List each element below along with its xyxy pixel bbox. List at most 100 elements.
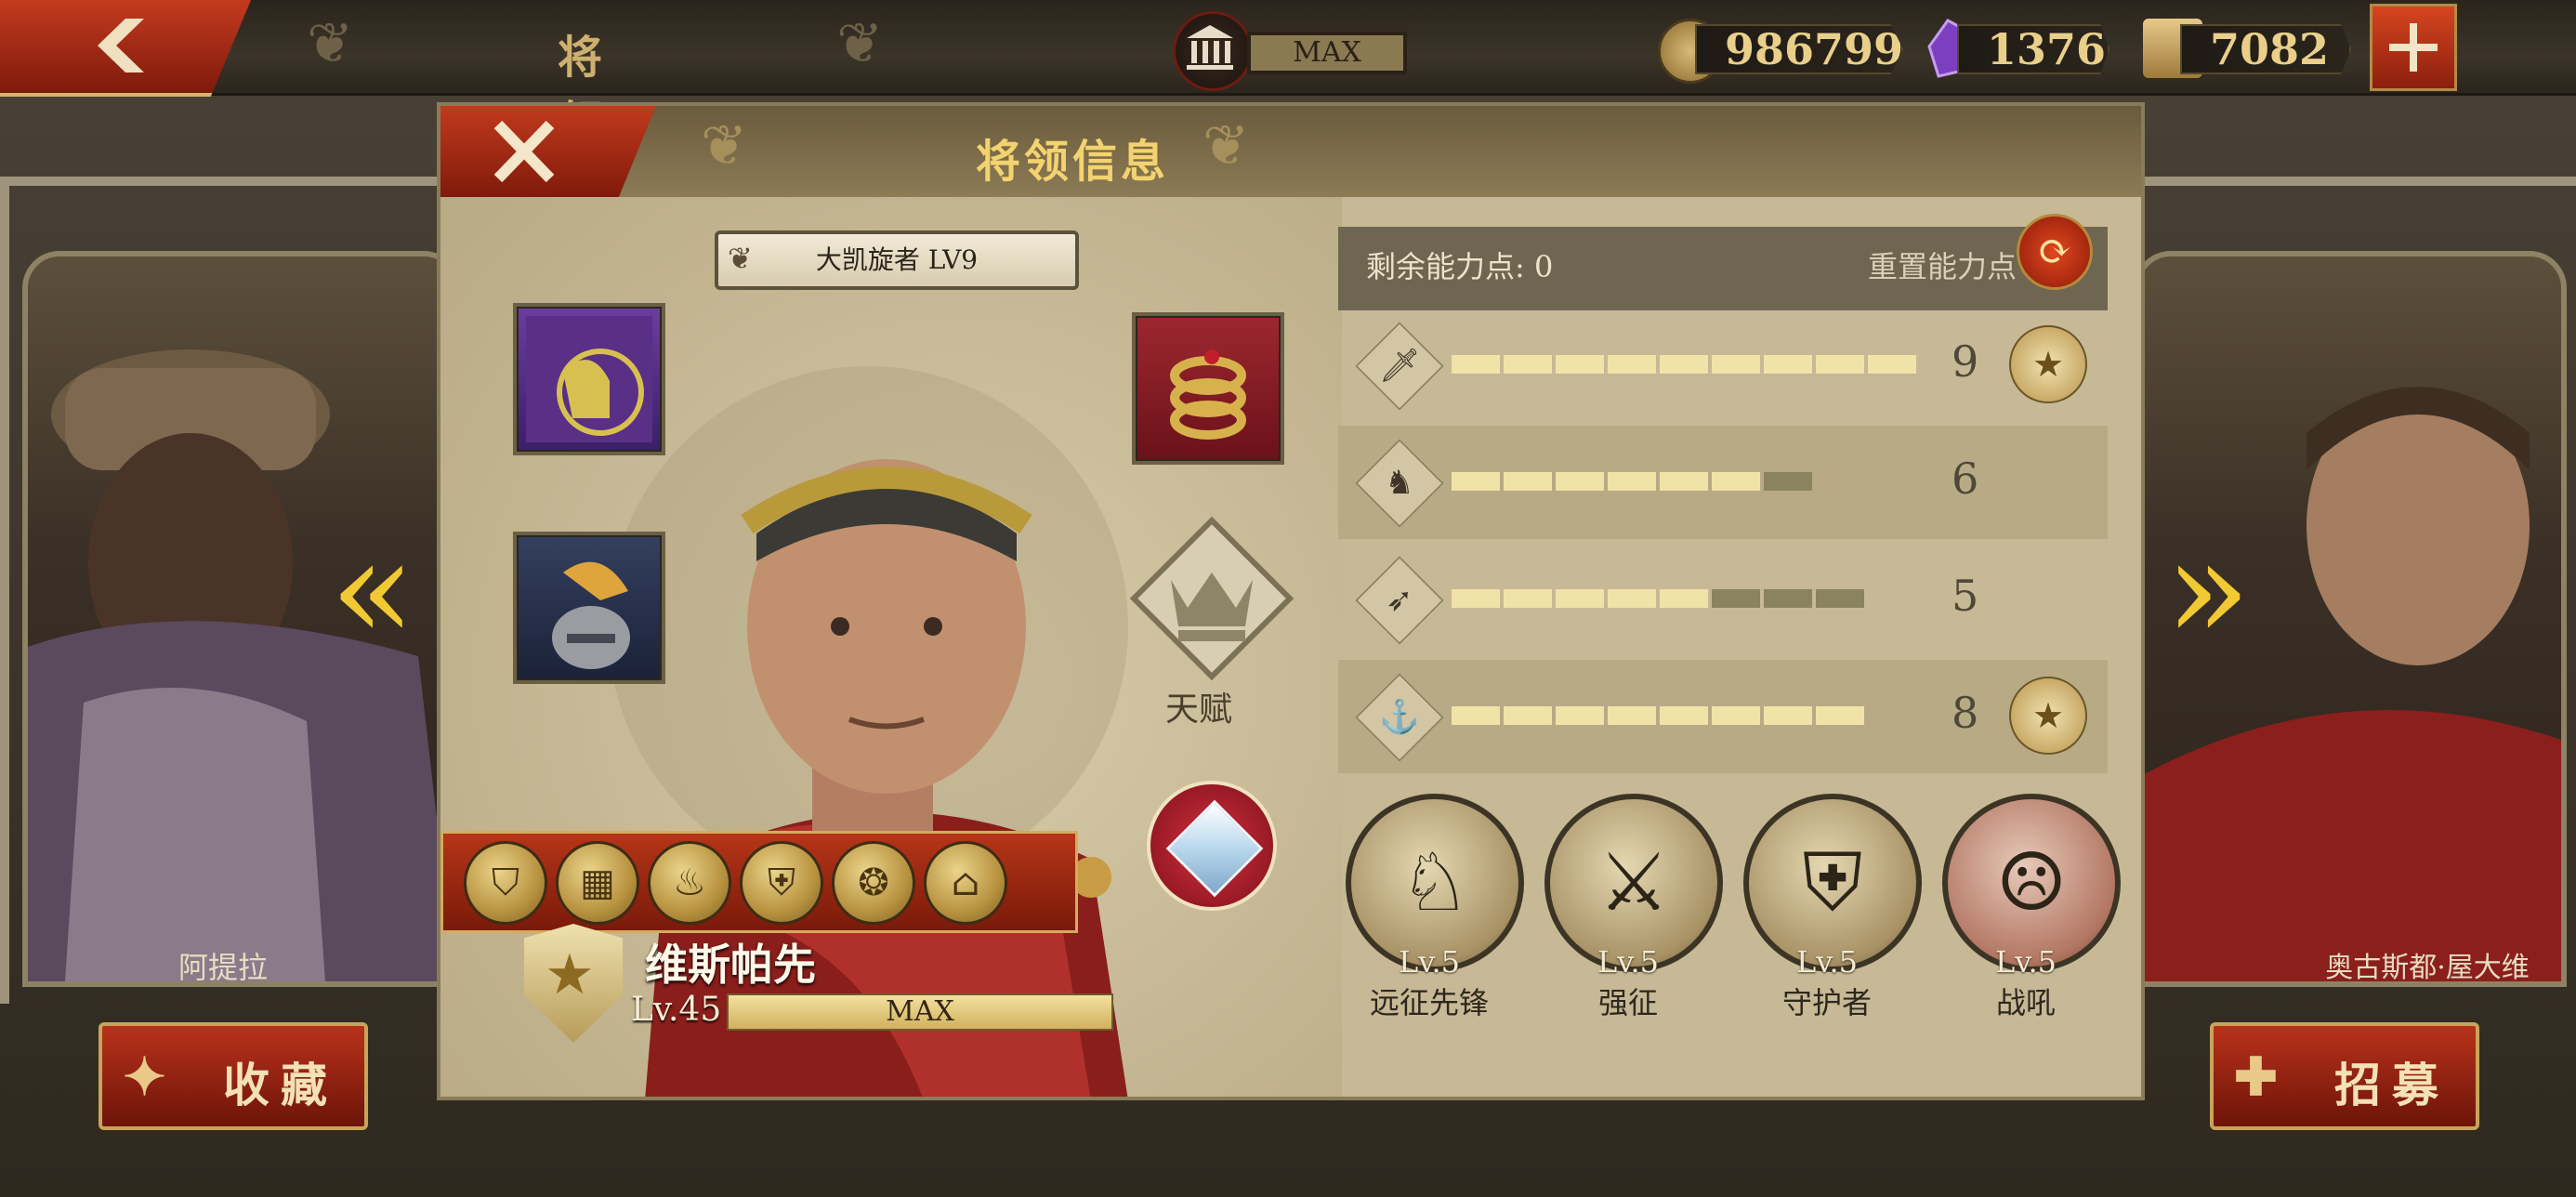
stat-segment (1816, 706, 1864, 725)
anchor-icon: ⚓ (1355, 673, 1444, 762)
passive-level: Lv.5 (1597, 944, 1660, 980)
equipment-banner-slot[interactable] (513, 303, 665, 455)
plumed-helmet-icon (552, 561, 630, 669)
prev-general-arrow-icon[interactable]: « (330, 520, 415, 660)
reset-points-button[interactable]: ⟳ (2017, 214, 2093, 290)
equipment-ring-slot[interactable] (1132, 312, 1284, 465)
laurel-right-icon: ❦ (1203, 113, 1250, 178)
talent-label: 天赋 (1165, 691, 1233, 729)
resource-coins[interactable]: 986799 (1658, 19, 1903, 84)
stat-segment (1556, 355, 1604, 374)
favorite-label: 收藏 (223, 1058, 338, 1112)
horse-icon: ♞ (1355, 439, 1444, 528)
stat-segment (1712, 472, 1760, 491)
skills-bar: ⛉ ▦ ♨ ⛨ ❂ ⌂ (440, 831, 1078, 933)
talent-crown-icon[interactable] (1128, 515, 1295, 682)
stat-segment (1608, 472, 1656, 491)
stat-row: 🗡 9 ★ (1338, 309, 2108, 422)
stat-segment (1660, 706, 1708, 725)
right-general-name: 奥古斯都·屋大维 (2325, 952, 2530, 984)
stat-segment (1504, 472, 1552, 491)
stat-segment (1660, 472, 1708, 491)
stat-row: ➶ 5 (1338, 543, 2108, 656)
stat-segment (1504, 355, 1552, 374)
close-icon (493, 120, 555, 183)
passive-level: Lv.5 (1994, 944, 2057, 980)
experience-bar: MAX (727, 993, 1113, 1031)
museum-indicator[interactable]: MAX (1173, 11, 1407, 91)
diamond-icon (1165, 799, 1264, 898)
vespasian-banner-icon (526, 316, 652, 442)
fire-skill-icon[interactable]: ♨ (648, 841, 731, 925)
hero-level: Lv.45 (631, 991, 722, 1029)
laurel-right-icon: ❦ (836, 11, 884, 76)
sword-icon: 🗡 (1355, 322, 1444, 411)
passive-name: 战吼 (1995, 985, 2056, 1020)
hero-portrait (608, 366, 1128, 1097)
recruit-button[interactable]: ✚ 招募 (2210, 1022, 2479, 1130)
panel-header (440, 106, 2141, 197)
passive-name: 强征 (1597, 985, 1658, 1020)
stat-segment (1712, 589, 1760, 608)
stat-segment (1452, 589, 1500, 608)
general-info-panel: ❦ 将领信息 ❦ ❦ 大凯旋者 LV9 天赋 ⛉ ▦ ♨ ⛨ ❂ ⌂ ★ 维斯帕… (437, 102, 2145, 1100)
equipment-helmet-slot[interactable] (513, 532, 665, 684)
shield-wings-skill-icon[interactable]: ❂ (832, 841, 915, 925)
shield-skill-icon[interactable]: ⛉ (464, 841, 547, 925)
stat-segment (1608, 589, 1656, 608)
stat-segment (1764, 355, 1812, 374)
stat-segment (1452, 355, 1500, 374)
stat-value: 5 (1952, 571, 1979, 621)
star-medal-icon[interactable]: ★ (2009, 325, 2087, 403)
back-button[interactable] (0, 0, 251, 97)
stat-segment (1660, 589, 1708, 608)
add-resource-button[interactable] (2370, 4, 2457, 91)
gem-slot[interactable] (1147, 781, 1277, 911)
honor-value: 7082 (2180, 24, 2351, 74)
stat-segment (1764, 706, 1812, 725)
refresh-icon: ⟳ (2037, 228, 2072, 275)
eagle-icon: ✦ (123, 1046, 177, 1108)
stat-segment (1556, 472, 1604, 491)
resource-gems[interactable]: 1376 (1920, 19, 2115, 78)
stat-segment (1556, 706, 1604, 725)
stat-segment (1608, 355, 1656, 374)
remaining-points-label: 剩余能力点: 0 (1366, 249, 1554, 284)
laurel-left-icon: ❦ (701, 113, 748, 178)
stat-segment (1816, 355, 1864, 374)
honor-title-text: 大凯旋者 LV9 (815, 244, 979, 275)
resource-honor[interactable]: 7082 (2143, 19, 2357, 78)
stat-segment (1868, 355, 1916, 374)
star-medal-icon[interactable]: ★ (2009, 677, 2087, 755)
laurel-badge-icon: ❦ (728, 241, 753, 276)
passive-level: Lv.5 (1795, 944, 1859, 980)
hero-name: 维斯帕先 (645, 940, 816, 990)
stat-row: ⚓ 8 ★ (1338, 660, 2108, 773)
favorite-button[interactable]: ✦ 收藏 (99, 1022, 368, 1130)
stat-segment (1712, 355, 1760, 374)
museum-level-label: MAX (1247, 32, 1407, 74)
house-skill-icon[interactable]: ⌂ (924, 841, 1007, 925)
stat-segment (1712, 706, 1760, 725)
stat-segment (1764, 472, 1812, 491)
stat-value: 9 (1952, 336, 1979, 387)
stat-segment (1452, 472, 1500, 491)
left-general-name: 阿提拉 (177, 950, 268, 985)
stat-segment (1660, 355, 1708, 374)
star-icon: ★ (545, 942, 595, 1007)
honor-title-badge[interactable]: ❦ 大凯旋者 LV9 (715, 230, 1079, 290)
laurel-left-icon: ❦ (307, 11, 354, 76)
armor-skill-icon[interactable]: ⛨ (740, 841, 823, 925)
gate-skill-icon[interactable]: ▦ (556, 841, 639, 925)
stat-segment (1608, 706, 1656, 725)
stat-segment (1504, 589, 1552, 608)
museum-icon (1173, 11, 1253, 91)
stat-segment (1764, 589, 1812, 608)
passive-name: 远征先锋 (1369, 985, 1489, 1020)
recruit-helmet-icon: ✚ (2234, 1046, 2289, 1108)
gems-value: 1376 (1957, 24, 2109, 74)
stat-value: 6 (1952, 454, 1979, 504)
stat-segment (1556, 589, 1604, 608)
bow-icon: ➶ (1355, 556, 1444, 645)
next-general-arrow-icon[interactable]: » (2165, 520, 2251, 660)
